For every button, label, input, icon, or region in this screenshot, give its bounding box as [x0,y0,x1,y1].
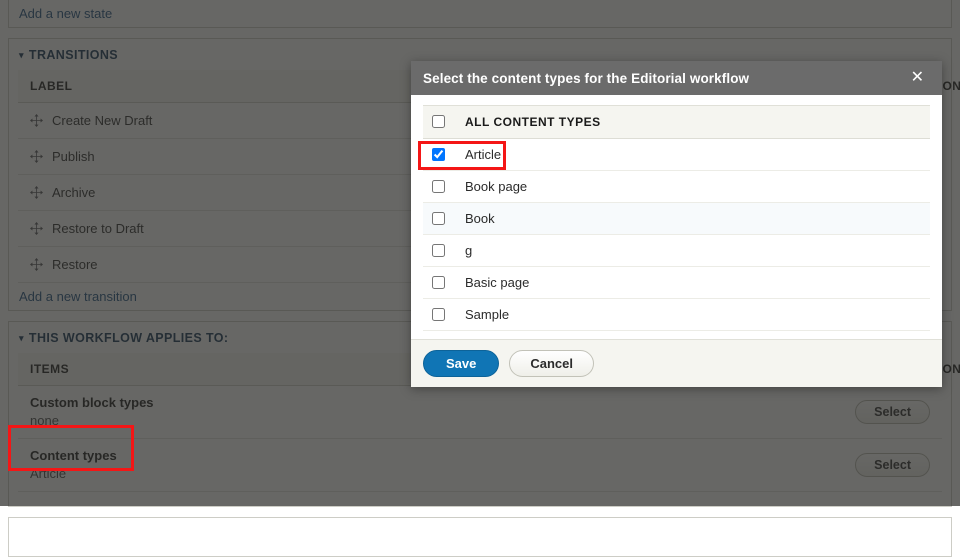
content-type-label: Sample [457,298,930,331]
content-type-checkbox-book[interactable] [432,212,445,225]
checkbox-cell [423,298,457,331]
select-all-checkbox-cell [423,105,457,139]
select-all-label: ALL CONTENT TYPES [457,105,930,139]
save-button[interactable]: Save [423,350,500,377]
checkbox-cell [423,234,457,267]
modal-title: Select the content types for the Editori… [423,70,750,86]
modal-header: Select the content types for the Editori… [411,61,942,95]
modal-footer: Save Cancel [411,339,942,387]
table-row: Book page [423,170,930,203]
table-row: Book [423,202,930,235]
close-icon[interactable]: ✕ [907,68,928,88]
modal-body: ALL CONTENT TYPES Article Book page Book… [411,95,942,339]
content-type-checkbox-book-page[interactable] [432,180,445,193]
content-type-label: Book [457,202,930,235]
cancel-button[interactable]: Cancel [509,350,595,377]
checkbox-cell [423,170,457,203]
select-all-row: ALL CONTENT TYPES [423,105,930,139]
table-row: g [423,234,930,267]
checkbox-cell [423,202,457,235]
next-panel [8,517,952,557]
table-row: Basic page [423,266,930,299]
content-type-label: Basic page [457,266,930,299]
content-types-modal: Select the content types for the Editori… [411,61,942,387]
checkbox-cell [423,266,457,299]
content-type-checkbox-sample[interactable] [432,308,445,321]
content-type-checkbox-article[interactable] [432,148,445,161]
content-type-label: g [457,234,930,267]
content-type-label: Article [457,138,930,171]
content-type-checkbox-g[interactable] [432,244,445,257]
checkbox-cell [423,138,457,171]
select-all-checkbox[interactable] [432,115,445,128]
content-type-label: Book page [457,170,930,203]
table-row: Sample [423,298,930,331]
content-types-table: ALL CONTENT TYPES Article Book page Book… [423,105,930,331]
table-row: Article [423,138,930,171]
content-type-checkbox-basic-page[interactable] [432,276,445,289]
